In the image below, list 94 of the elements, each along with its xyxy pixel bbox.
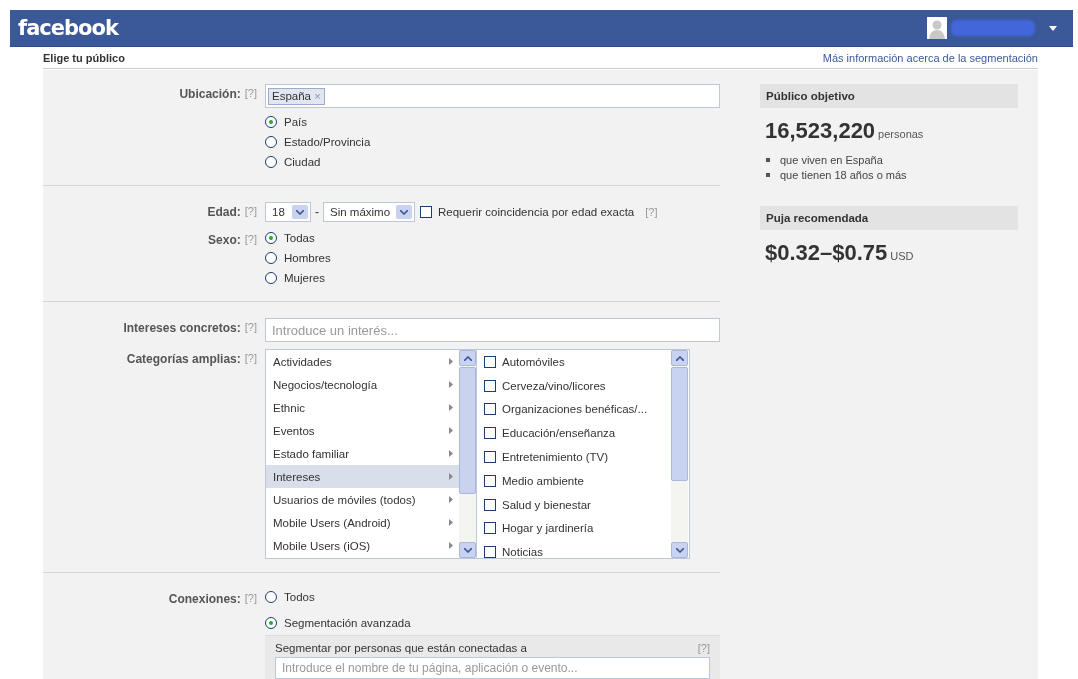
checkbox[interactable] [484,355,496,368]
connection-label: Segmentar por personas que están conectadas a [275,642,527,654]
range-separator: - [315,205,319,219]
chevron-up-icon [463,355,472,361]
field-label: Edad: [207,205,241,221]
currency-label: USD [890,250,914,262]
radio-label: Todos [284,590,315,603]
scroll-down-button[interactable] [459,542,476,558]
submenu-arrow-icon [449,404,453,411]
category-item[interactable]: Usuarios de móviles (todos) [266,488,459,511]
field-label: Sexo: [208,233,241,249]
radio-button[interactable] [265,616,277,629]
checkbox[interactable] [484,474,496,487]
checkbox[interactable] [484,546,496,558]
checkbox-label: Requerir coincidencia por edad exacta [438,206,635,218]
checkbox-label: Automóviles [502,355,565,368]
checkbox-label: Educación/enseñanza [502,427,616,440]
location-token: España × [268,87,325,105]
scrollbar[interactable] [671,350,688,558]
category-item[interactable]: Eventos [266,419,459,442]
submenu-arrow-icon [449,542,453,549]
field-label: Ubicación: [179,87,241,103]
max-age-dropdown[interactable]: Sin máximo [323,202,415,222]
category-item[interactable]: Mobile Users (iOS) [266,534,459,557]
bid-range: $0.32–$0.75 [765,240,888,266]
caret-icon[interactable] [1049,25,1057,31]
radio-label: Estado/Provincia [284,135,371,148]
section-header: Puja recomendada [760,206,1018,230]
targeting-info-link[interactable]: Más información acerca de la segmentación [822,51,1038,64]
category-item[interactable]: Estado familiar [266,442,459,465]
checkbox[interactable] [484,498,496,511]
logo[interactable]: facebook [18,16,118,40]
radio-button[interactable] [265,251,277,264]
interest-input[interactable]: Introduce un interés... [265,318,720,342]
submenu-arrow-icon [449,358,453,365]
criteria-text: que viven en España [780,153,883,166]
submenu-arrow-icon [449,496,453,503]
radio-button[interactable] [265,271,277,284]
checkbox[interactable] [484,379,496,392]
field-label: Conexiones: [168,592,241,608]
radio-label: País [284,115,307,128]
section-header: Público objetivo [760,84,1018,108]
field-label: Categorías amplias: [126,352,241,368]
radio-button[interactable] [265,135,277,148]
scroll-up-button[interactable] [671,350,688,366]
category-item[interactable]: Actividades [266,350,459,373]
scrollbar-thumb[interactable] [671,367,688,481]
chevron-down-icon [463,547,472,553]
checkbox[interactable] [484,427,496,440]
checkbox[interactable] [484,403,496,416]
bullet-icon [766,172,770,177]
radio-button[interactable] [265,590,277,603]
location-field[interactable]: España × [265,84,720,108]
radio-label: Todas [284,231,315,244]
submenu-arrow-icon [449,473,453,480]
radio-label: Mujeres [284,271,325,284]
radio-button[interactable] [265,155,277,168]
min-age-dropdown[interactable]: 18 [265,202,311,222]
checkbox[interactable] [420,206,432,218]
scrollbar-thumb[interactable] [459,367,476,494]
checkbox-label: Cerveza/vino/licores [502,379,606,392]
radio-button[interactable] [265,115,277,128]
scroll-up-button[interactable] [459,350,476,366]
category-item[interactable]: Ethnic [266,396,459,419]
checkbox-label: Hogar y jardinería [502,522,594,535]
radio-button[interactable] [265,231,277,244]
checkbox-label: Noticias [502,546,543,558]
field-label: Intereses concretos: [123,321,241,337]
count-unit: personas [878,128,924,140]
category-item[interactable]: Negocios/tecnología [266,373,459,396]
checkbox-label: Organizaciones benéficas/... [502,403,648,416]
chevron-up-icon [675,355,684,361]
radio-label: Segmentación avanzada [284,616,411,629]
category-item[interactable]: Mobile Users (Android) [266,511,459,534]
chevron-down-icon [675,547,684,553]
checkbox-label: Entretenimiento (TV) [502,451,609,464]
scrollbar[interactable] [459,350,476,558]
category-item[interactable]: Intereses [266,465,459,488]
audience-count: 16,523,220 [765,118,876,144]
bullet-icon [766,157,770,162]
checkbox[interactable] [484,451,496,464]
submenu-arrow-icon [449,427,453,434]
checkbox[interactable] [484,522,496,535]
radio-label: Ciudad [284,155,321,168]
checkbox-label: Medio ambiente [502,474,584,487]
submenu-arrow-icon [449,450,453,457]
connection-input[interactable]: Introduce el nombre de tu página, aplicación o evento... [275,657,710,679]
scroll-down-button[interactable] [671,542,688,558]
submenu-arrow-icon [449,381,453,388]
radio-label: Hombres [284,251,331,264]
page-title: Elige tu público [43,51,125,64]
submenu-arrow-icon [449,519,453,526]
checkbox-label: Salud y bienestar [502,498,591,511]
criteria-text: que tienen 18 años o más [780,168,907,181]
